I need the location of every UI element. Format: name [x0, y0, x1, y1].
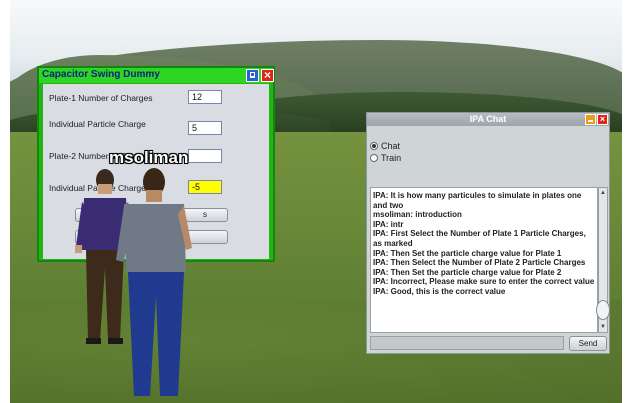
- submit-button-label: s: [203, 210, 207, 219]
- right-border: [622, 0, 632, 403]
- avatar-name-tag: msoliman: [109, 148, 189, 167]
- chat-message: IPA: First Select the Number of Plate 1 …: [373, 229, 586, 248]
- radio-unselected-icon[interactable]: [370, 154, 378, 162]
- minimize-icon[interactable]: [246, 69, 259, 82]
- avatar-hand: [75, 245, 82, 253]
- capacitor-panel-titlebar[interactable]: Capacitor Swing Dummy ×: [39, 68, 274, 83]
- ipa-chat-panel[interactable]: IPA Chat × Chat Train IPA: It is how man…: [366, 112, 610, 354]
- chat-message: msoliman: introduction: [373, 210, 462, 220]
- plate1-count-input[interactable]: 12: [188, 90, 222, 104]
- chat-message: IPA: Then Set the particle charge value …: [373, 248, 562, 258]
- radio-selected-icon[interactable]: [370, 142, 378, 150]
- chat-message: IPA: Good, this is the correct value: [373, 286, 506, 296]
- chat-message: IPA: Then Select the Number of Plate 2 P…: [373, 258, 586, 268]
- close-icon[interactable]: ×: [597, 114, 608, 125]
- capacitor-panel-title: Capacitor Swing Dummy: [42, 69, 160, 80]
- ipa-chat-titlebar[interactable]: IPA Chat ×: [367, 113, 609, 126]
- close-icon[interactable]: ×: [261, 69, 274, 82]
- mode-option-chat[interactable]: Chat: [370, 141, 400, 151]
- scrollbar-thumb[interactable]: [596, 300, 610, 320]
- plate2-count-input[interactable]: [188, 149, 222, 163]
- avatar-neck: [146, 190, 162, 202]
- avatar-shoe: [86, 338, 101, 344]
- chat-message: IPA: It is how many particules to simula…: [373, 191, 582, 210]
- send-button[interactable]: Send: [569, 336, 607, 351]
- chat-message-input[interactable]: [370, 336, 564, 350]
- plate1-charge-input[interactable]: 5: [188, 121, 222, 135]
- mode-option-train[interactable]: Train: [370, 153, 401, 163]
- chat-message: IPA: intr: [373, 219, 404, 229]
- scroll-up-icon[interactable]: ▲: [599, 189, 607, 197]
- chat-message: IPA: Then Set the particle charge value …: [373, 267, 562, 277]
- chat-scrollbar[interactable]: ▲ ▼: [596, 187, 610, 333]
- plate1-charge-label: Individual Particle Charge: [49, 119, 146, 129]
- ipa-chat-title: IPA Chat: [469, 114, 507, 124]
- mode-option-label: Chat: [381, 141, 401, 151]
- chat-log[interactable]: IPA: It is how many particules to simula…: [370, 187, 598, 333]
- mode-option-label: Train: [381, 153, 402, 163]
- avatar-face: [98, 184, 112, 194]
- avatar-jeans: [128, 272, 184, 396]
- avatar-shirt: [124, 204, 186, 272]
- minimize-icon[interactable]: [585, 114, 596, 125]
- scroll-down-icon[interactable]: ▼: [599, 323, 607, 331]
- left-border: [0, 0, 10, 403]
- plate1-count-label: Plate-1 Number of Charges: [49, 93, 153, 103]
- chat-log-text: IPA: It is how many particules to simula…: [373, 191, 595, 297]
- chat-message: IPA: Incorrect, Please make sure to ente…: [373, 277, 595, 287]
- avatar-msoliman[interactable]: [112, 168, 202, 400]
